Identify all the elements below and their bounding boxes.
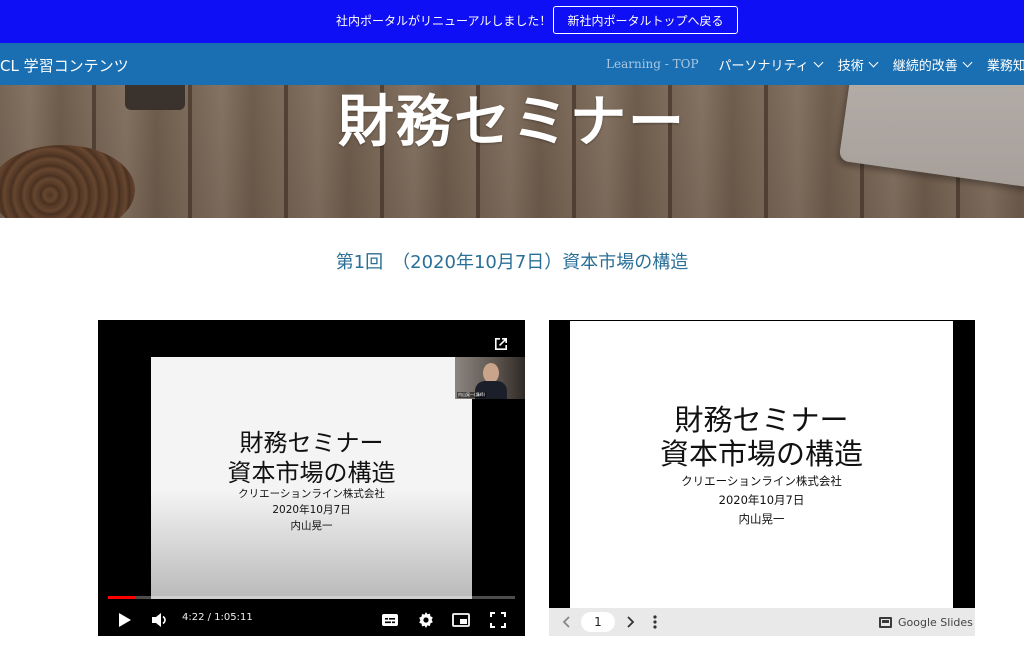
- video-slide-subtitle: 資本市場の構造: [227, 459, 396, 487]
- video-progress-played: [108, 596, 136, 599]
- site-title[interactable]: CL 学習コンテンツ: [0, 55, 129, 76]
- nav-item-label: 技術: [837, 58, 864, 74]
- slide-author: 内山晃一: [738, 512, 785, 526]
- nav-item-label: パーソナリティ: [718, 58, 809, 74]
- nav-item-label: Learning - TOP: [606, 57, 699, 71]
- play-icon: [119, 612, 131, 627]
- nav-item-technology[interactable]: 技術: [837, 55, 879, 74]
- slides-embed[interactable]: 財務セミナー 資本市場の構造 クリエーションライン株式会社 2020年10月7日…: [549, 320, 975, 636]
- site-header: CL 学習コンテンツ Learning - TOP パーソナリティ 技術 継続的…: [0, 43, 1024, 85]
- video-slide-date: 2020年10月7日: [272, 504, 351, 516]
- hero-banner: 財務セミナー: [0, 85, 1024, 218]
- nav-item-label: 業務知: [986, 58, 1024, 74]
- slide-date: 2020年10月7日: [718, 493, 805, 507]
- nav-item-label: 継続的改善: [892, 58, 958, 74]
- page-title: 財務セミナー: [338, 90, 686, 155]
- video-time: 4:22 / 1:05:11: [182, 612, 253, 623]
- miniplayer-button[interactable]: [448, 603, 474, 636]
- video-progress-bar[interactable]: [108, 596, 515, 599]
- back-to-new-portal-button[interactable]: 新社内ポータルトップへ戻る: [553, 6, 738, 34]
- nav-item-continuous-improvement[interactable]: 継続的改善: [892, 55, 973, 74]
- google-slides-icon: [879, 616, 892, 628]
- webcam-thumbnail: 内山晃一(講師): [455, 357, 525, 399]
- volume-icon: [152, 612, 166, 627]
- nav-item-business-knowledge[interactable]: 業務知: [987, 55, 1024, 74]
- fullscreen-button[interactable]: [485, 603, 511, 636]
- webcam-label: 内山晃一(講師): [457, 392, 487, 398]
- volume-button[interactable]: [148, 603, 172, 636]
- previous-slide-icon[interactable]: [560, 615, 574, 629]
- video-player[interactable]: 財務セミナー 資本市場の構造 クリエーションライン株式会社 2020年10月7日…: [98, 320, 525, 636]
- play-button[interactable]: [112, 603, 138, 636]
- main-nav: Learning - TOP パーソナリティ 技術 継続的改善 業務知: [606, 43, 1024, 85]
- nav-item-learning-top[interactable]: Learning - TOP: [606, 57, 699, 71]
- chevron-down-icon: [868, 57, 879, 67]
- slide-page: 財務セミナー 資本市場の構造 クリエーションライン株式会社 2020年10月7日…: [570, 321, 953, 608]
- subtitles-button[interactable]: [377, 603, 403, 636]
- session-heading: 第1回 （2020年10月7日）資本市場の構造: [335, 252, 689, 273]
- more-options-icon[interactable]: [650, 614, 660, 630]
- video-slide-author: 内山晃一: [290, 520, 333, 532]
- open-external-icon[interactable]: [492, 335, 510, 353]
- google-slides-link[interactable]: Google Slides: [879, 614, 973, 630]
- chevron-down-icon: [962, 57, 973, 67]
- google-slides-label: Google Slides: [898, 615, 973, 629]
- slides-toolbar: 1 Google Slides: [549, 608, 975, 636]
- video-slide-company: クリエーションライン株式会社: [238, 488, 385, 500]
- next-slide-icon[interactable]: [623, 615, 637, 629]
- slide-company: クリエーションライン株式会社: [681, 474, 842, 488]
- subtitles-icon: [382, 613, 398, 626]
- fullscreen-icon: [490, 611, 506, 628]
- settings-button[interactable]: [413, 603, 439, 636]
- nav-item-personality[interactable]: パーソナリティ: [718, 55, 824, 74]
- slide-subtitle: 資本市場の構造: [659, 437, 863, 471]
- chevron-down-icon: [813, 57, 824, 67]
- video-frame-slide: 財務セミナー 資本市場の構造 クリエーションライン株式会社 2020年10月7日…: [151, 357, 472, 599]
- gear-icon: [419, 611, 433, 628]
- video-controls: 4:22 / 1:05:11: [98, 603, 525, 636]
- announcement-bar: 社内ポータルがリニューアルしました！ 新社内ポータルトップへ戻る: [0, 0, 1024, 43]
- miniplayer-icon: [452, 612, 470, 627]
- announcement-text: 社内ポータルがリニューアルしました！: [336, 14, 552, 28]
- slide-page-number[interactable]: 1: [581, 612, 615, 632]
